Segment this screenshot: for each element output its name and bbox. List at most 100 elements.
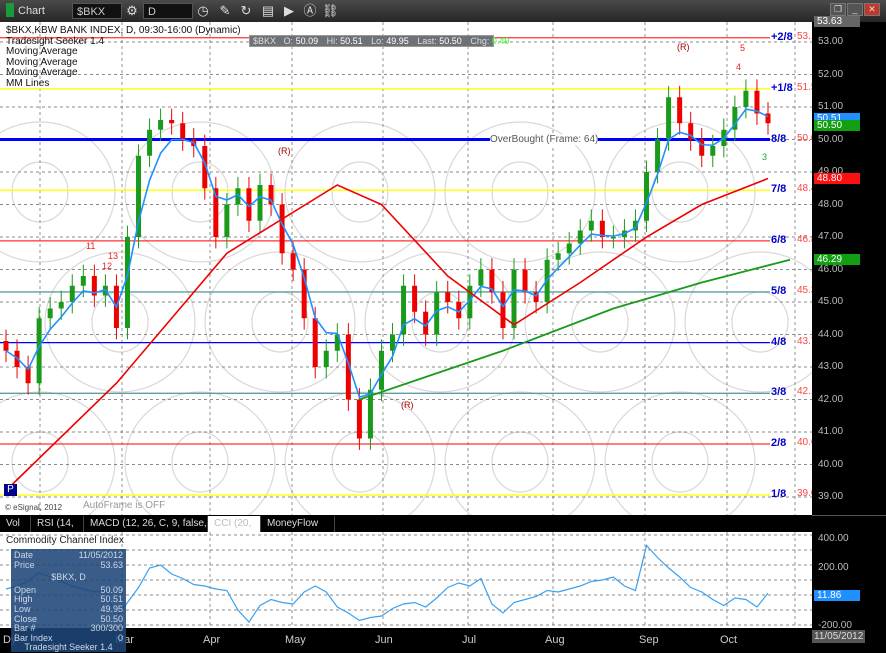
candle-body — [555, 253, 561, 260]
price-axis-label: 39.00 — [818, 491, 844, 502]
quote-high: 50.51 — [340, 36, 363, 46]
reversal-marker: (R) — [677, 42, 690, 52]
quote-low: 49.95 — [386, 36, 409, 46]
settings-gear-icon[interactable]: ⚙ — [124, 3, 140, 19]
clock-icon[interactable]: ◷ — [195, 3, 211, 19]
frame-circle — [331, 161, 389, 223]
chart-icon — [6, 3, 14, 17]
symbol-input[interactable]: $BKX — [72, 3, 122, 19]
month-label: Sep — [639, 634, 659, 646]
play-icon[interactable]: ▶ — [281, 3, 297, 19]
cci-last-tag: 11.86 — [814, 590, 860, 601]
candle-body — [677, 97, 683, 124]
price-axis-label: 52.00 — [818, 68, 844, 80]
restore-button[interactable]: ❐ — [830, 3, 846, 16]
tab-macd[interactable]: MACD (12, 26, C, 9, false, true) — [84, 516, 208, 544]
frame-circle — [651, 161, 709, 223]
low-label: Lo: — [371, 36, 384, 46]
mm-level-label: 8/8 — [771, 132, 787, 145]
candle-body — [390, 334, 396, 351]
tab-vol[interactable]: Vol — [0, 516, 31, 532]
price-axis-label: 40.00 — [818, 458, 844, 470]
interval-select[interactable]: D — [143, 3, 193, 19]
alert-icon[interactable]: Ⓐ — [302, 3, 318, 19]
frame-circle — [491, 431, 549, 493]
price-tag: 50.50 — [814, 119, 860, 131]
tab-cci[interactable]: CCI (20, C) — [208, 516, 261, 544]
link-icon[interactable]: ⛓ — [322, 3, 339, 19]
candle-body — [58, 302, 64, 309]
price-tag: 53.63 — [814, 15, 860, 27]
frame-circle — [124, 391, 276, 515]
month-label: Oct — [720, 634, 738, 646]
mm-level-label: +2/8 — [771, 30, 793, 43]
candle-body — [743, 90, 749, 107]
candle-body — [169, 120, 175, 124]
tab-moneyflow[interactable]: MoneyFlow (14) — [261, 516, 335, 544]
mm-level-label: 4/8 — [771, 335, 787, 348]
price-axis[interactable]: 53.00 52.00 51.00 50.00 49.00 48.00 47.00 46.00… — [812, 15, 886, 515]
copyright: © eSignal, 2012 — [5, 503, 63, 512]
candle-body — [666, 97, 672, 140]
cci-axis-label: 200.00 — [818, 562, 849, 573]
p-marker: P — [4, 484, 17, 496]
frame-circle — [204, 251, 356, 393]
price-axis-label: 43.00 — [818, 361, 844, 372]
tooltip-footer: Tradesight Seeker 1.4 — [24, 642, 113, 653]
price-axis-label: 50.00 — [818, 133, 844, 145]
seeker-count: 5 — [740, 43, 746, 53]
minimize-button[interactable]: _ — [847, 3, 863, 16]
quote-open: 50.09 — [295, 36, 319, 46]
candle-body — [699, 139, 705, 156]
chart-legend: $BKX,KBW BANK INDEX, D, 09:30-16:00 (Dyn… — [6, 25, 241, 89]
mm-level-label: 1/8 — [771, 488, 787, 501]
month-label: Jun — [375, 634, 393, 646]
price-axis-label: 47.00 — [818, 231, 844, 242]
mm-level-label: +1/8 — [771, 81, 793, 94]
legend-item: Moving Average — [6, 46, 78, 57]
price-chart[interactable]: $BKX,KBW BANK INDEX, D, 09:30-16:00 (Dyn… — [0, 22, 812, 515]
close-button[interactable]: ✕ — [864, 3, 880, 16]
candle-body — [158, 120, 164, 130]
mm-level-label: 3/8 — [771, 386, 787, 399]
window-title: Chart — [18, 5, 45, 17]
price-axis-label: 51.00 — [818, 101, 844, 112]
candle-body — [312, 318, 318, 367]
quote-last: 50.50 — [439, 36, 462, 46]
last-label: Last: — [417, 36, 437, 46]
month-label: Jul — [462, 634, 477, 646]
cci-title: Commodity Channel Index — [6, 535, 124, 546]
candle-body — [566, 243, 572, 254]
candle-body — [356, 399, 362, 439]
candle-body — [3, 341, 9, 351]
tab-rsi[interactable]: RSI (14, C) — [31, 516, 84, 544]
quote-window-icon[interactable]: ▤ — [260, 3, 276, 19]
price-axis-label: 46.00 — [818, 263, 844, 275]
candle-body — [69, 285, 75, 302]
candle-body — [80, 276, 86, 286]
candle-body — [577, 230, 583, 244]
seeker-count: 12 — [102, 261, 113, 271]
study-icon[interactable]: ↻ — [238, 3, 254, 19]
price-axis-label: 45.00 — [818, 296, 844, 307]
indicator-tabs: Vol RSI (14, C) MACD (12, 26, C, 9, fals… — [0, 515, 812, 544]
candle-body — [412, 285, 418, 312]
open-label: O: — [283, 36, 294, 46]
title-bar: Chart $BKX ⚙ D ◷ ✎ ↻ ▤ ▶ Ⓐ ⛓ ❐ _ ✕ — [0, 0, 886, 22]
month-label: Apr — [203, 634, 221, 646]
pencil-icon[interactable]: ✎ — [217, 3, 233, 19]
current-date-tag: 11/05/2012 — [812, 630, 866, 643]
price-tag: 46.29 — [814, 254, 860, 266]
seeker-count: 11 — [86, 241, 96, 251]
frame-circle — [684, 251, 812, 393]
candle-body — [588, 220, 594, 231]
legend-title: $BKX,KBW BANK INDEX, D, 09:30-16:00 (Dyn… — [6, 25, 241, 36]
price-axis-label: 42.00 — [818, 393, 844, 405]
cci-axis-label: 400.00 — [818, 533, 849, 544]
candle-body — [500, 292, 506, 328]
seeker-count: 3 — [762, 152, 768, 162]
quote-info-box: $BKX O: 50.09 Hi: 50.51 Lo: 49.95 Last: … — [249, 35, 509, 47]
candle-body — [147, 129, 153, 156]
tooltip-bar-index: 0 — [117, 632, 123, 643]
candle-body — [323, 350, 329, 367]
